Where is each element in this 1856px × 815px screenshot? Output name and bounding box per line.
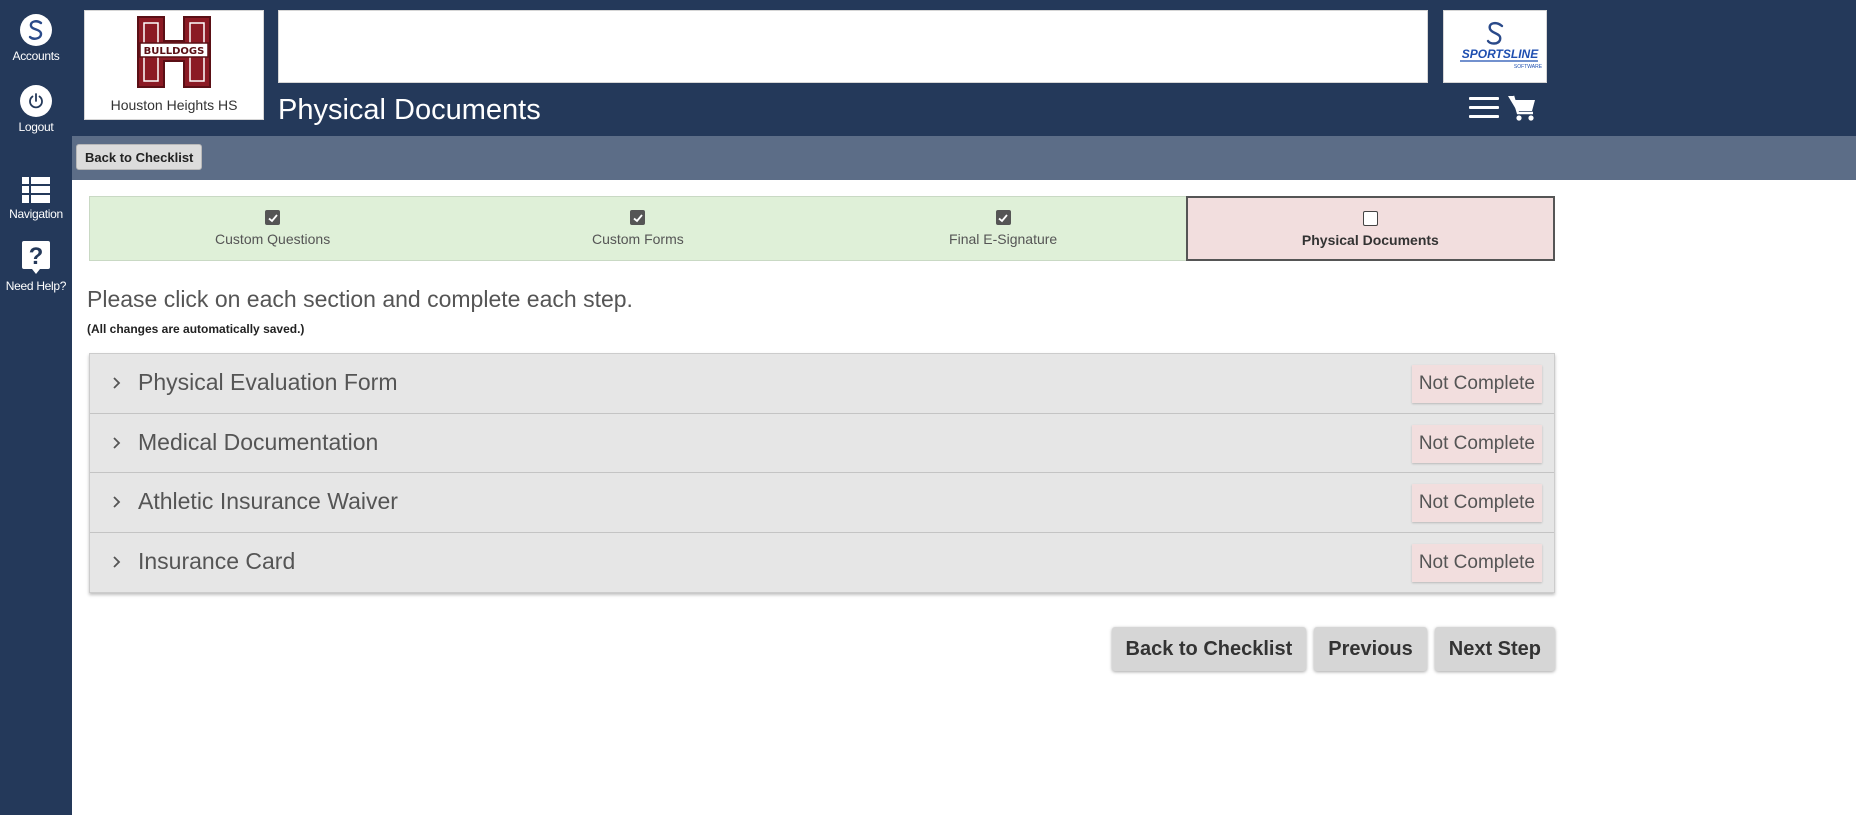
step-label: Custom Forms — [591, 231, 684, 247]
step-custom-forms[interactable]: Custom Forms — [455, 196, 821, 261]
empty-checkbox-icon — [1362, 211, 1378, 226]
section-title: Medical Documentation — [138, 428, 379, 455]
cart-icon[interactable] — [1507, 92, 1537, 122]
sportsline-logo: SPORTSLINE SOFTWARE — [1460, 21, 1543, 70]
previous-button[interactable]: Previous — [1314, 627, 1427, 671]
svg-text:BULLDOGS: BULLDOGS — [144, 46, 205, 57]
help-nav-item[interactable]: ? Need Help? — [0, 240, 72, 293]
section-athletic-insurance-waiver[interactable]: Athletic Insurance Waiver Not Complete — [90, 473, 1554, 533]
logout-nav-item[interactable]: Logout — [0, 85, 72, 134]
question-bubble-icon: ? — [22, 241, 50, 274]
status-badge: Not Complete — [1411, 543, 1542, 582]
step-custom-questions[interactable]: Custom Questions — [89, 196, 456, 261]
section-title: Athletic Insurance Waiver — [138, 488, 398, 514]
left-rail: Accounts Logout Navigation ? Need Help? — [0, 0, 72, 815]
school-logo: BULLDOGS — [137, 16, 211, 88]
status-badge: Not Complete — [1411, 484, 1542, 522]
checked-checkbox-icon — [995, 210, 1011, 225]
section-physical-evaluation-form[interactable]: Physical Evaluation Form Not Complete — [90, 354, 1554, 414]
step-physical-documents[interactable]: Physical Documents — [1185, 196, 1555, 261]
back-to-checklist-footer-button[interactable]: Back to Checklist — [1111, 627, 1307, 671]
footer-actions: Back to Checklist Previous Next Step — [1111, 627, 1555, 671]
accounts-label: Accounts — [12, 49, 60, 63]
step-label: Final E-Signature — [949, 231, 1058, 247]
section-title: Insurance Card — [138, 547, 296, 574]
chevron-right-icon — [113, 377, 121, 389]
instruction-text: Please click on each section and complet… — [87, 286, 633, 312]
autosave-note: (All changes are automatically saved.) — [87, 322, 305, 336]
school-name: Houston Heights HS — [110, 97, 238, 113]
navigation-label: Navigation — [9, 207, 63, 221]
status-badge: Not Complete — [1411, 424, 1542, 463]
logout-label: Logout — [18, 120, 54, 134]
chevron-right-icon — [113, 436, 121, 449]
list-icon — [22, 177, 50, 203]
sections-accordion: Physical Evaluation Form Not Complete Me… — [89, 353, 1555, 593]
back-to-checklist-button[interactable]: Back to Checklist — [76, 144, 203, 170]
school-card[interactable]: BULLDOGS Houston Heights HS — [84, 10, 264, 120]
sportsline-logo-icon — [20, 14, 52, 46]
status-badge: Not Complete — [1411, 365, 1542, 403]
navigation-nav-item[interactable]: Navigation — [0, 176, 72, 221]
section-title: Physical Evaluation Form — [138, 369, 398, 395]
power-icon — [20, 85, 52, 117]
chevron-right-icon — [113, 496, 121, 508]
sub-toolbar: Back to Checklist — [72, 136, 1856, 180]
step-label: Physical Documents — [1301, 232, 1439, 248]
help-label: Need Help? — [5, 279, 67, 293]
sportsline-brand[interactable]: SPORTSLINE SOFTWARE — [1443, 10, 1547, 83]
header-banner — [278, 10, 1428, 83]
svg-text:?: ? — [29, 243, 44, 270]
section-insurance-card[interactable]: Insurance Card Not Complete — [90, 532, 1554, 592]
chevron-right-icon — [113, 555, 121, 568]
top-header: BULLDOGS Houston Heights HS Physical Doc… — [72, 0, 1856, 136]
checked-checkbox-icon — [630, 210, 646, 225]
hamburger-menu-icon[interactable] — [1469, 97, 1499, 119]
step-progress: Custom Questions Custom Forms Final E-Si… — [89, 196, 1555, 261]
svg-text:SOFTWARE: SOFTWARE — [1514, 64, 1543, 70]
page-title: Physical Documents — [278, 94, 541, 126]
svg-text:SPORTSLINE: SPORTSLINE — [1462, 47, 1539, 61]
accounts-nav-item[interactable]: Accounts — [0, 14, 72, 63]
step-label: Custom Questions — [215, 231, 331, 247]
section-medical-documentation[interactable]: Medical Documentation Not Complete — [90, 413, 1554, 473]
next-step-button[interactable]: Next Step — [1434, 627, 1555, 671]
checked-checkbox-icon — [265, 210, 281, 225]
step-final-e-signature[interactable]: Final E-Signature — [820, 196, 1186, 261]
